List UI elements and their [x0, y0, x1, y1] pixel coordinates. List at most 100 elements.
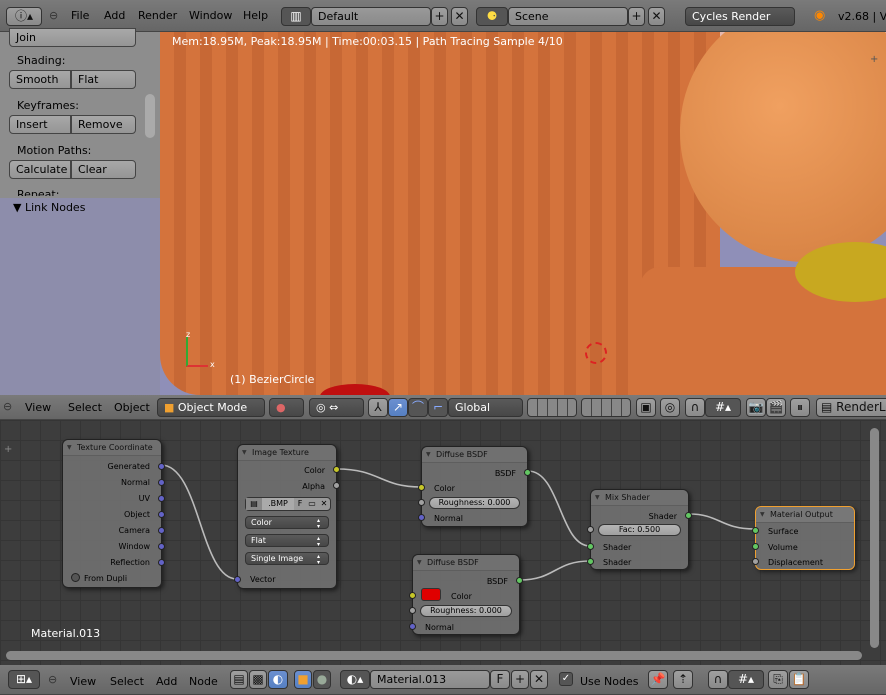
scene-field[interactable]: Scene: [508, 7, 628, 26]
color-space-select[interactable]: Color: [245, 516, 329, 529]
layout-field[interactable]: Default: [311, 7, 431, 26]
fake-user-button[interactable]: F: [490, 670, 510, 689]
menu-select[interactable]: Select: [68, 401, 102, 414]
menu-object[interactable]: Object: [114, 401, 150, 414]
socket-roughness[interactable]: [409, 607, 416, 614]
material-output-node[interactable]: Material Output Surface Volume Displacem…: [752, 506, 855, 570]
render-animation-icon[interactable]: 🎬: [766, 398, 786, 417]
menu-add[interactable]: Add: [104, 9, 125, 22]
layout-icon-button[interactable]: ▥: [281, 7, 311, 26]
rotate-manipulator[interactable]: ⌒: [408, 398, 428, 417]
socket-color[interactable]: [333, 466, 340, 473]
render-engine-select[interactable]: Cycles Render: [685, 7, 795, 26]
pin-icon[interactable]: 📌: [648, 670, 668, 689]
snap-magnet-icon[interactable]: ∩: [685, 398, 705, 417]
node-editor[interactable]: Texture Coordinate Generated Normal UV O…: [0, 420, 886, 665]
socket-fac[interactable]: [587, 526, 594, 533]
calculate-button[interactable]: Calculate: [9, 160, 71, 179]
socket-uv[interactable]: [158, 495, 165, 502]
shader-nodes-button[interactable]: ◐: [268, 670, 288, 689]
add-layout-button[interactable]: +: [431, 7, 448, 26]
socket-displacement[interactable]: [752, 558, 759, 565]
fake-user-button[interactable]: F: [294, 498, 306, 510]
expand-panel-icon[interactable]: +: [4, 444, 12, 455]
socket-shader-1[interactable]: [587, 543, 594, 550]
socket-generated[interactable]: [158, 463, 165, 470]
flat-button[interactable]: Flat: [71, 70, 136, 89]
mode-select[interactable]: ■ Object Mode: [157, 398, 265, 417]
socket-bsdf[interactable]: [524, 469, 531, 476]
remove-keyframe-button[interactable]: Remove: [71, 115, 136, 134]
clear-button[interactable]: Clear: [71, 160, 136, 179]
render-layer-field[interactable]: ▤ RenderLa: [816, 398, 886, 417]
paste-nodes-icon[interactable]: 📋: [789, 670, 809, 689]
socket-color[interactable]: [418, 484, 425, 491]
join-button[interactable]: Join: [9, 28, 136, 47]
image-name-field[interactable]: .BMP: [262, 498, 294, 510]
layers-grid-1[interactable]: [527, 398, 577, 417]
open-image-icon[interactable]: ▭: [306, 498, 318, 510]
image-texture-node[interactable]: Image Texture Color Alpha ▤ .BMP F ▭ ✕ C…: [234, 444, 340, 589]
pause-render-icon[interactable]: ⏸: [790, 398, 810, 417]
menu-view[interactable]: View: [25, 401, 51, 414]
translate-manipulator[interactable]: ↗: [388, 398, 408, 417]
smooth-button[interactable]: Smooth: [9, 70, 71, 89]
manipulator-toggle[interactable]: ⅄: [368, 398, 388, 417]
material-browse-button[interactable]: ◐▴: [340, 670, 370, 689]
socket-bsdf[interactable]: [516, 577, 523, 584]
expand-toolshelf-icon[interactable]: +: [870, 54, 878, 65]
from-dupli-checkbox[interactable]: [71, 573, 80, 582]
collapse-menu-icon[interactable]: ⊖: [48, 673, 57, 686]
socket-color[interactable]: [409, 592, 416, 599]
socket-shader-out[interactable]: [685, 512, 692, 519]
socket-camera[interactable]: [158, 527, 165, 534]
fac-slider[interactable]: Fac: 0.500: [598, 524, 681, 536]
image-browse-row[interactable]: ▤ .BMP F ▭ ✕: [245, 497, 331, 511]
unlink-material-button[interactable]: ✕: [530, 670, 548, 689]
link-nodes-header[interactable]: ▼ Link Nodes: [13, 201, 85, 214]
layers-grid-2[interactable]: [581, 398, 631, 417]
menu-add[interactable]: Add: [156, 675, 177, 688]
tool-shelf-scrollbar[interactable]: [145, 94, 155, 138]
menu-node[interactable]: Node: [189, 675, 218, 688]
remove-scene-button[interactable]: ✕: [648, 7, 665, 26]
compositing-nodes-button[interactable]: ▤: [230, 670, 248, 689]
object-shader-button[interactable]: ■: [294, 670, 312, 689]
scale-manipulator[interactable]: ⌐: [428, 398, 448, 417]
remove-layout-button[interactable]: ✕: [451, 7, 468, 26]
socket-surface[interactable]: [752, 527, 759, 534]
diffuse-bsdf-node-1[interactable]: Diffuse BSDF BSDF Color Roughness: 0.000…: [418, 446, 531, 527]
transform-orientation-select[interactable]: Global: [448, 398, 523, 417]
socket-vector[interactable]: [234, 576, 241, 583]
add-material-button[interactable]: +: [511, 670, 529, 689]
menu-help[interactable]: Help: [243, 9, 268, 22]
horizontal-scrollbar[interactable]: [6, 651, 862, 660]
lock-camera-icon[interactable]: ▣: [636, 398, 656, 417]
parent-tree-icon[interactable]: ⇡: [673, 670, 693, 689]
texture-coordinate-node[interactable]: Texture Coordinate Generated Normal UV O…: [62, 439, 165, 588]
color-swatch[interactable]: [421, 588, 441, 601]
snap-magnet-icon[interactable]: ∩: [708, 670, 728, 689]
socket-normal[interactable]: [158, 479, 165, 486]
socket-window[interactable]: [158, 543, 165, 550]
roughness-slider[interactable]: Roughness: 0.000: [420, 605, 512, 617]
socket-shader-2[interactable]: [587, 558, 594, 565]
collapse-menu-icon[interactable]: ⊖: [3, 400, 12, 413]
texture-nodes-button[interactable]: ▩: [249, 670, 267, 689]
menu-select[interactable]: Select: [110, 675, 144, 688]
snap-element-select[interactable]: #▴: [705, 398, 741, 417]
add-scene-button[interactable]: +: [628, 7, 645, 26]
scene-icon-button[interactable]: ⚈: [476, 7, 508, 26]
menu-render[interactable]: Render: [138, 9, 177, 22]
mix-shader-node[interactable]: Mix Shader Shader Fac: 0.500 Shader Shad…: [587, 489, 692, 570]
socket-object[interactable]: [158, 511, 165, 518]
socket-normal[interactable]: [409, 623, 416, 630]
socket-alpha[interactable]: [333, 482, 340, 489]
proportional-edit-icon[interactable]: ◎: [660, 398, 680, 417]
editor-type-button[interactable]: ⊞▴: [8, 670, 40, 689]
insert-keyframe-button[interactable]: Insert: [9, 115, 71, 134]
collapse-menu-icon[interactable]: ⊖: [49, 9, 58, 22]
pivot-select[interactable]: ◎ ⇔: [309, 398, 364, 417]
socket-reflection[interactable]: [158, 559, 165, 566]
projection-select[interactable]: Flat: [245, 534, 329, 547]
